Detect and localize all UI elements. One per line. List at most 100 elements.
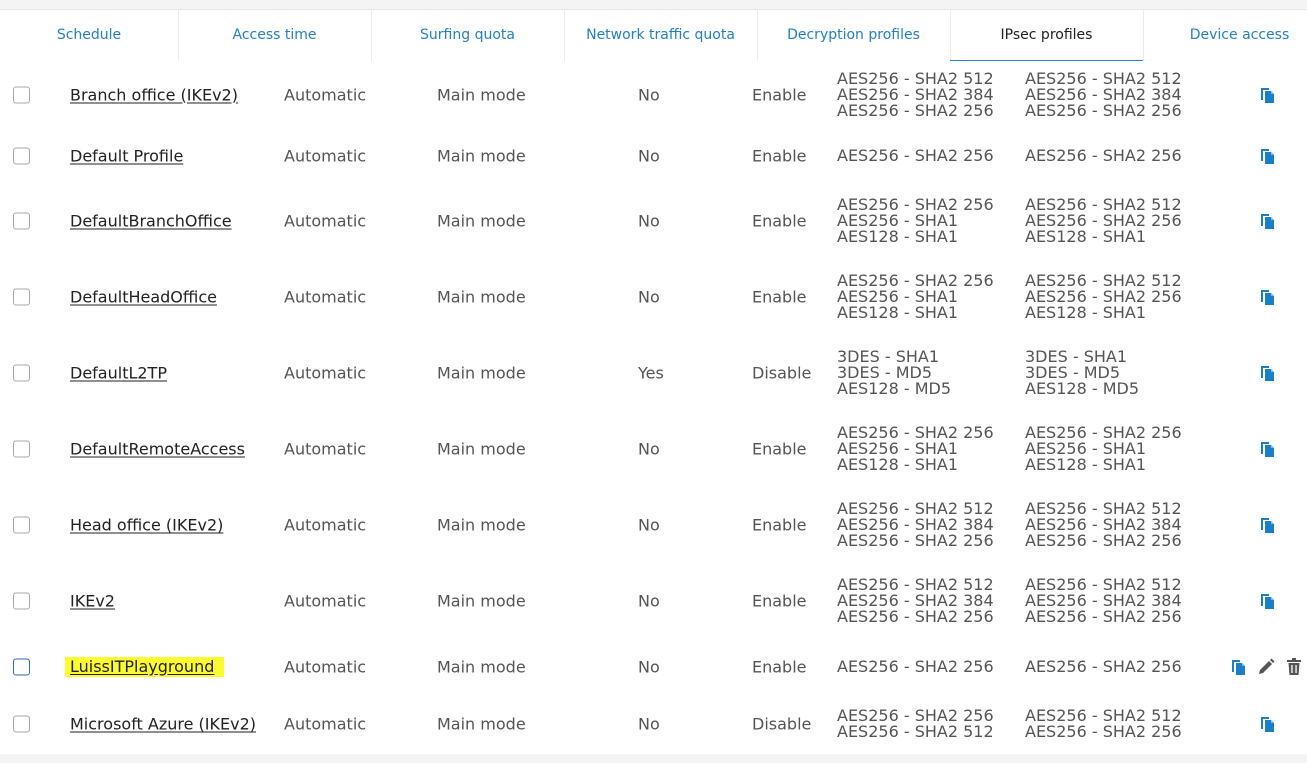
clone-icon[interactable] [1258, 287, 1278, 307]
algorithm-line: AES128 - MD5 [1025, 379, 1139, 398]
algorithm-line: AES256 - SHA2 256 [1025, 607, 1182, 626]
phase1-algorithms: AES256 - SHA2 256 AES256 - SHA2 512 [837, 708, 994, 740]
pfs-value: No [638, 714, 660, 734]
connection-mode: Automatic [284, 591, 367, 611]
algorithm-line: AES256 - SHA2 256 [1025, 531, 1182, 550]
tab-label: Device access [1189, 27, 1290, 43]
pfs-value: No [638, 657, 660, 676]
clone-icon[interactable] [1258, 146, 1278, 166]
connection-mode: Automatic [284, 146, 367, 165]
table-row: Default Profile Automatic Main mode No Enabl… [0, 128, 1307, 184]
exchange-mode: Main mode [437, 211, 526, 231]
algorithm-line: AES128 - SHA1 [1025, 303, 1147, 322]
row-checkbox[interactable] [13, 715, 30, 733]
clone-icon[interactable] [1258, 85, 1278, 105]
connection-mode: Automatic [284, 287, 367, 307]
state-value: Enable [752, 287, 807, 307]
state-value: Enable [752, 439, 807, 459]
exchange-mode: Main mode [437, 591, 526, 611]
algorithm-line: AES256 - SHA2 256 [837, 531, 994, 550]
phase1-algorithms: AES256 - SHA2 512 AES256 - SHA2 384 AES256… [837, 577, 994, 625]
exchange-mode: Main mode [437, 287, 526, 307]
profile-name-link[interactable]: LuissITPlayground [65, 656, 225, 677]
algorithm-line: AES128 - SHA1 [1025, 455, 1147, 474]
table-row: Branch office (IKEv2) Automatic Main mode N… [0, 61, 1307, 129]
phase2-algorithms: AES256 - SHA2 256 AES256 - SHA1 AES128 - S… [1025, 425, 1182, 473]
algorithm-line: AES128 - MD5 [837, 379, 951, 398]
state-value: Enable [752, 146, 807, 165]
row-checkbox[interactable] [13, 364, 30, 382]
phase1-algorithms: AES256 - SHA2 256 [837, 656, 994, 676]
phase1-algorithms: 3DES - SHA1 3DES - MD5 AES128 - MD5 [837, 349, 951, 397]
algorithm-line: AES256 - SHA2 512 [837, 722, 994, 741]
row-checkbox[interactable] [13, 592, 30, 610]
row-checkbox[interactable] [13, 440, 30, 458]
profile-name-link[interactable]: Default Profile [70, 146, 183, 165]
exchange-mode: Main mode [437, 439, 526, 459]
tab-device-access[interactable]: Device access [1143, 10, 1307, 61]
tab-access-time[interactable]: Access time [178, 10, 372, 61]
state-value: Disable [752, 363, 812, 383]
algorithm-line: AES128 - SHA1 [837, 227, 959, 246]
clone-icon[interactable] [1258, 714, 1278, 734]
profile-name-link[interactable]: Branch office (IKEv2) [70, 85, 238, 104]
profile-name-link[interactable]: DefaultBranchOffice [70, 212, 232, 231]
state-value: Enable [752, 211, 807, 231]
tab-network-traffic-quota[interactable]: Network traffic quota [564, 10, 758, 61]
algorithm-line: AES256 - SHA2 256 [837, 100, 994, 120]
tab-bar: Schedule Access time Surfing quota Netwo… [0, 9, 1307, 62]
exchange-mode: Main mode [437, 657, 526, 676]
pfs-value: No [638, 439, 660, 459]
phase2-algorithms: AES256 - SHA2 256 [1025, 147, 1182, 164]
tab-label: Access time [232, 27, 317, 43]
tab-ipsec-profiles[interactable]: IPsec profiles [950, 10, 1144, 62]
phase1-algorithms: AES256 - SHA2 256 [837, 147, 994, 164]
state-value: Enable [752, 591, 807, 611]
phase2-algorithms: AES256 - SHA2 512 AES256 - SHA2 384 AES256… [1025, 501, 1182, 549]
delete-icon[interactable] [1284, 657, 1304, 677]
phase2-algorithms: 3DES - SHA1 3DES - MD5 AES128 - MD5 [1025, 349, 1139, 397]
tab-label: Schedule [56, 27, 122, 43]
clone-icon[interactable] [1258, 211, 1278, 231]
profile-name-link[interactable]: IKEv2 [70, 592, 115, 611]
row-checkbox[interactable] [13, 516, 30, 534]
row-checkbox[interactable] [13, 658, 30, 675]
clone-icon[interactable] [1258, 439, 1278, 459]
row-checkbox[interactable] [13, 147, 30, 164]
algorithm-line: AES256 - SHA2 256 [837, 656, 994, 676]
clone-icon[interactable] [1229, 657, 1249, 677]
row-checkbox[interactable] [13, 288, 30, 306]
exchange-mode: Main mode [437, 85, 526, 104]
clone-icon[interactable] [1258, 591, 1278, 611]
algorithm-line: AES256 - SHA2 256 [1025, 100, 1182, 120]
phase2-algorithms: AES256 - SHA2 512 AES256 - SHA2 384 AES256… [1025, 70, 1182, 120]
profile-name-link[interactable]: Microsoft Azure (IKEv2) [70, 715, 256, 734]
bottom-strip [0, 754, 1307, 763]
row-checkbox[interactable] [13, 212, 30, 230]
tab-surfing-quota[interactable]: Surfing quota [371, 10, 565, 61]
profile-name-link[interactable]: DefaultL2TP [70, 364, 167, 383]
edit-icon[interactable] [1256, 657, 1276, 677]
profile-name-link[interactable]: DefaultHeadOffice [70, 288, 217, 307]
tab-schedule[interactable]: Schedule [0, 10, 179, 61]
phase2-algorithms: AES256 - SHA2 512 AES256 - SHA2 256 AES128… [1025, 197, 1182, 245]
profile-name-link[interactable]: Head office (IKEv2) [70, 516, 223, 535]
algorithm-line: AES256 - SHA2 256 [1025, 722, 1182, 741]
exchange-mode: Main mode [437, 714, 526, 734]
table-row: DefaultRemoteAccess Automatic Main mode No E… [0, 411, 1307, 488]
row-checkbox[interactable] [13, 86, 30, 103]
exchange-mode: Main mode [437, 146, 526, 165]
phase2-algorithms: AES256 - SHA2 512 AES256 - SHA2 256 AES128… [1025, 273, 1182, 321]
phase1-algorithms: AES256 - SHA2 256 AES256 - SHA1 AES128 - S… [837, 425, 994, 473]
table-row: IKEv2 Automatic Main mode No Enable AES256 - … [0, 563, 1307, 640]
table-row: LuissITPlayground Automatic Main mode No Ena… [0, 639, 1307, 695]
tab-decryption-profiles[interactable]: Decryption profiles [757, 10, 951, 61]
algorithm-line: AES256 - SHA2 256 [837, 607, 994, 626]
clone-icon[interactable] [1258, 363, 1278, 383]
clone-icon[interactable] [1258, 515, 1278, 535]
connection-mode: Automatic [284, 714, 367, 734]
profile-name-link[interactable]: DefaultRemoteAccess [70, 440, 245, 459]
table-row: Microsoft Azure (IKEv2) Automatic Main mod… [0, 694, 1307, 755]
state-value: Enable [752, 657, 807, 676]
phase2-algorithms: AES256 - SHA2 512 AES256 - SHA2 256 [1025, 708, 1182, 740]
